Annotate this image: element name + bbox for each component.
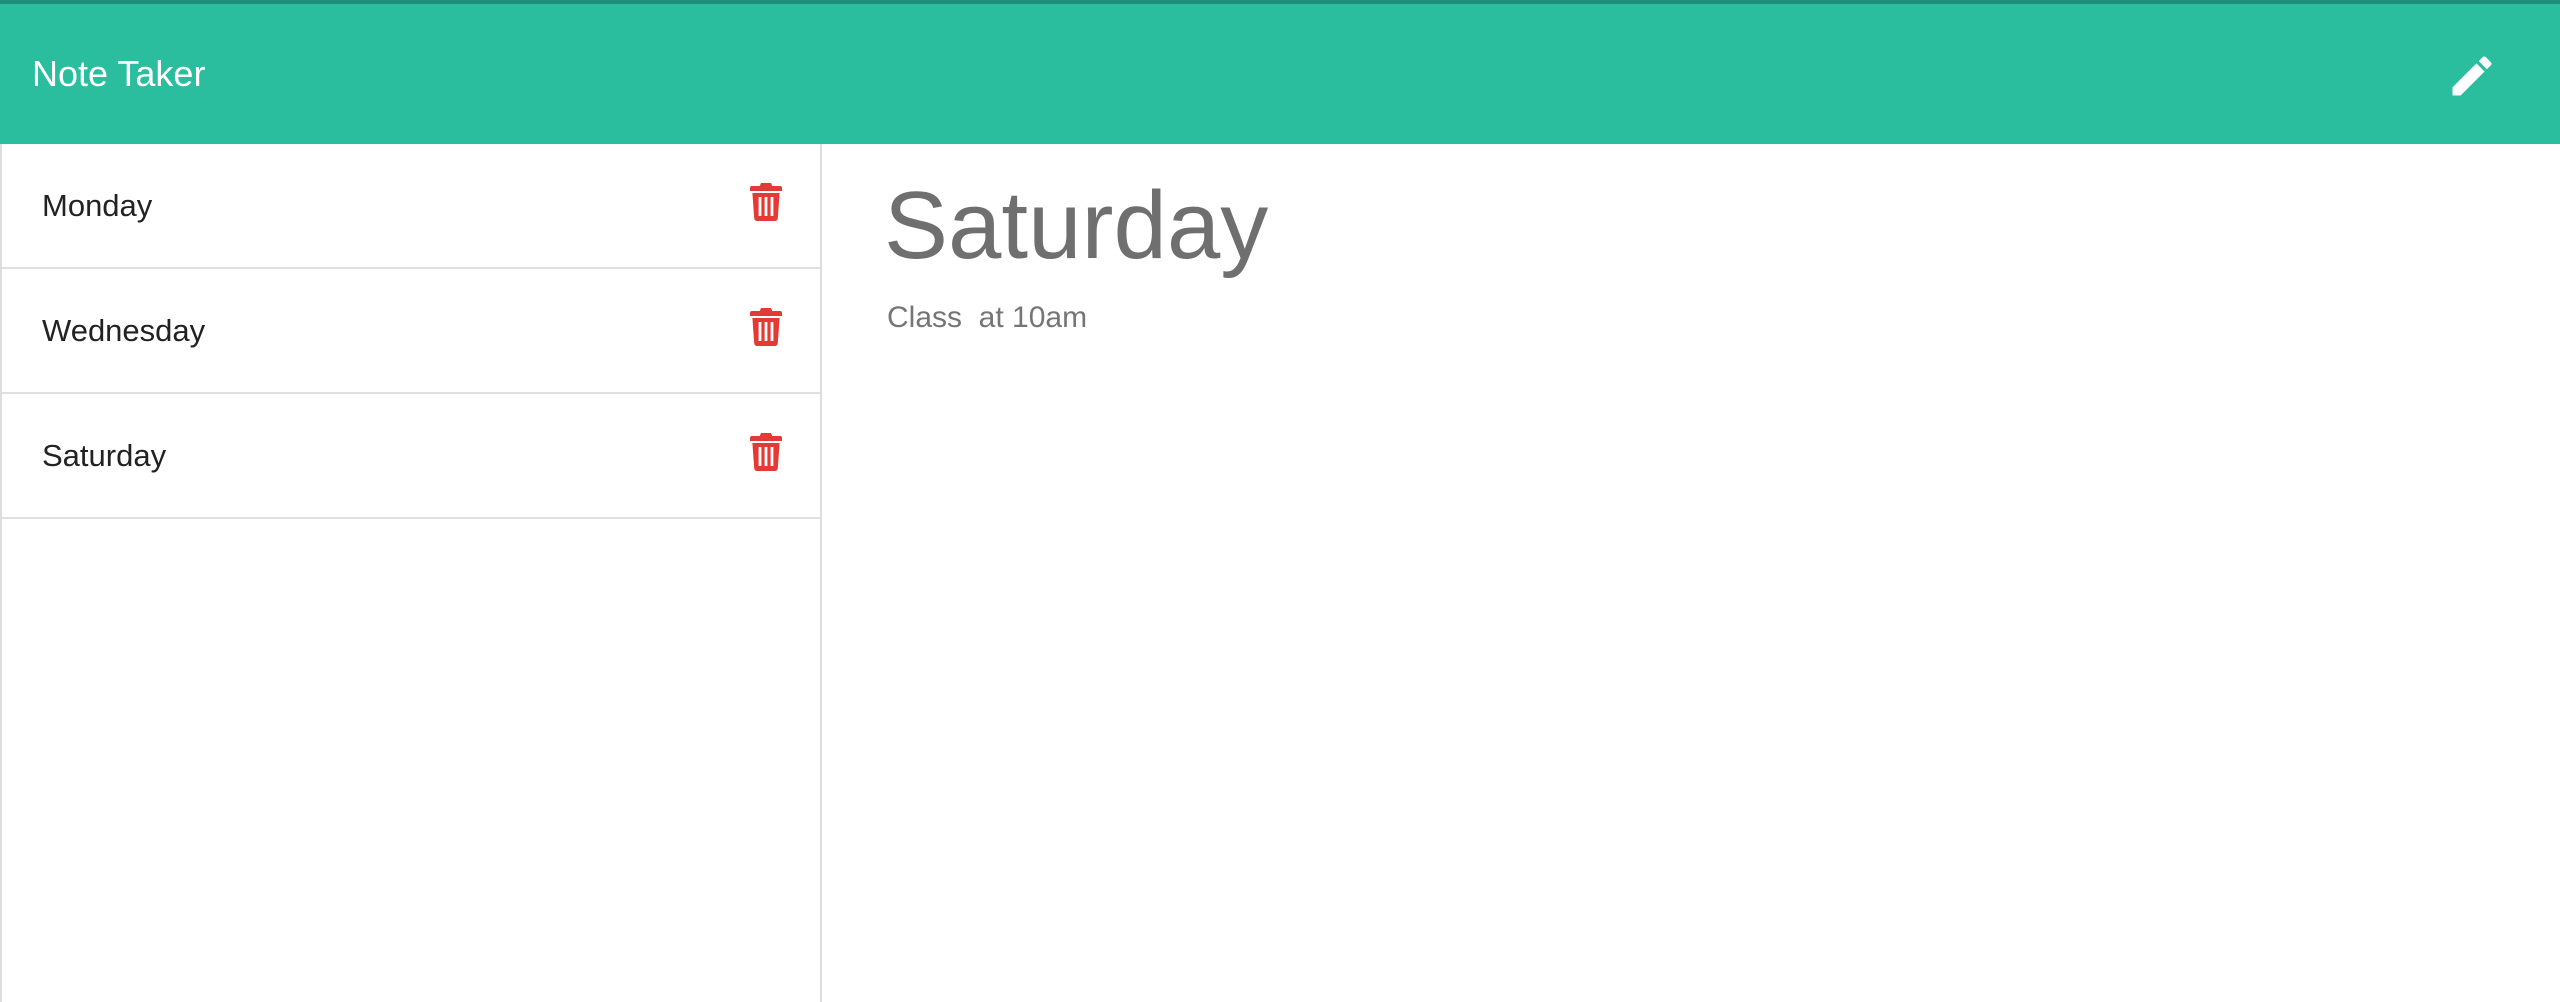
delete-note-button[interactable]: [744, 178, 788, 226]
delete-note-button[interactable]: [744, 428, 788, 476]
note-list-title[interactable]: Wednesday: [42, 311, 205, 351]
app-title: Note Taker: [32, 53, 206, 94]
note-text-field[interactable]: Class at 10am: [887, 300, 1087, 336]
pencil-icon: [2452, 56, 2492, 96]
trash-icon: [750, 308, 782, 346]
list-item[interactable]: Saturday: [2, 394, 820, 519]
notes-sidebar: Monday Wednesday Saturday: [0, 144, 822, 1002]
navbar: Note Taker: [0, 4, 2560, 144]
note-list-title[interactable]: Saturday: [42, 436, 166, 476]
list-item[interactable]: Monday: [2, 144, 820, 269]
note-list-title[interactable]: Monday: [42, 186, 152, 226]
note-title-field[interactable]: Saturday: [884, 166, 1268, 286]
delete-note-button[interactable]: [744, 303, 788, 351]
note-editor: Saturday Class at 10am: [822, 144, 2560, 1002]
list-item[interactable]: Wednesday: [2, 269, 820, 394]
trash-icon: [750, 183, 782, 221]
trash-icon: [750, 433, 782, 471]
new-note-button[interactable]: [2436, 40, 2508, 112]
